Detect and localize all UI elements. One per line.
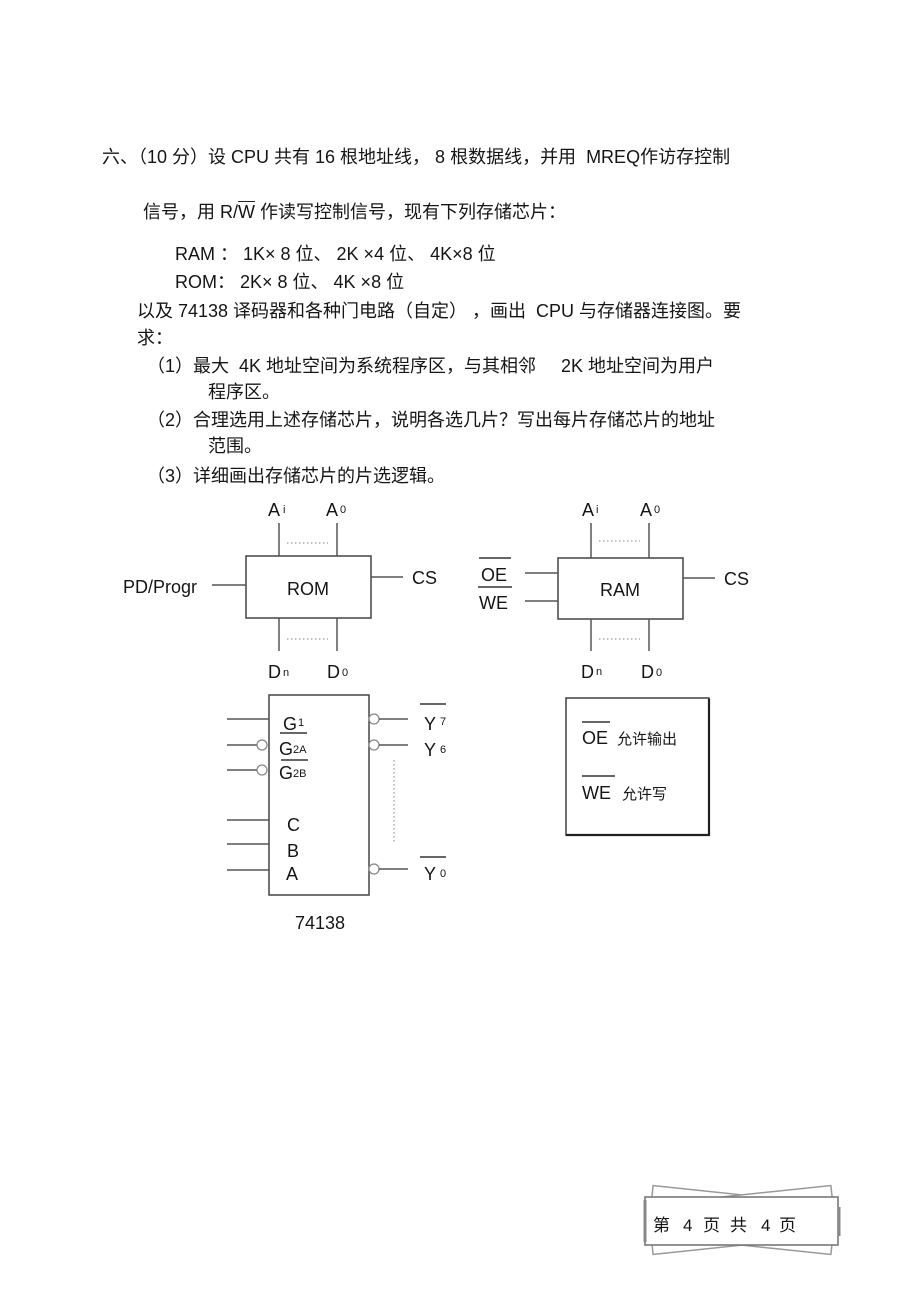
rom-pd-progr-label: PD/Progr <box>123 577 197 597</box>
rom-addr-low-label: A0 <box>326 500 346 520</box>
decoder-g1-label: G1 <box>283 714 304 734</box>
decoder-g2b-inverter-bubble <box>256 764 268 776</box>
rom-chip-label: ROM <box>287 579 329 599</box>
ram-data-high-label: Dn <box>581 662 602 682</box>
decoder-c-label: C <box>287 815 300 835</box>
ram-oe-label: OE <box>481 565 507 585</box>
legend-we-signal: WE <box>582 783 611 803</box>
legend-we-description: 允许写 <box>622 785 667 803</box>
ram-addr-high-label: Ai <box>582 500 598 520</box>
ram-addr-low-label: A0 <box>640 500 660 520</box>
rom-data-low-label: D0 <box>327 662 348 682</box>
ram-data-low-label: D0 <box>641 662 662 682</box>
rom-chip-diagram: ROM Ai A0 Dn D0 PD/Progr CS <box>123 500 437 682</box>
decoder-y6-label: Y6 <box>424 740 446 760</box>
decoder-g2b-label: G2B <box>279 763 306 783</box>
decoder-b-label: B <box>287 841 299 861</box>
decoder-y7-label: Y7 <box>424 714 446 734</box>
rom-cs-label: CS <box>412 568 437 588</box>
decoder-part-label: 74138 <box>295 913 345 933</box>
legend-box <box>565 697 710 836</box>
decoder-g2a-label: G2A <box>279 739 307 759</box>
signal-legend: OE 允许输出 WE 允许写 <box>565 697 711 837</box>
decoder-y7-inverter-bubble <box>368 713 380 725</box>
legend-oe-signal: OE <box>582 728 608 748</box>
ram-chip-diagram: RAM Ai A0 Dn D0 OE WE CS <box>478 500 749 682</box>
decoder-y0-label: Y0 <box>424 864 446 884</box>
decoder-y0-inverter-bubble <box>368 863 380 875</box>
decoder-a-label: A <box>286 864 298 884</box>
diagram-canvas: ROM Ai A0 Dn D0 PD/Progr CS RAM Ai A0 Dn… <box>123 500 841 1256</box>
rom-data-high-label: Dn <box>268 662 289 682</box>
page-footer: 第 4 页 共 4 页 <box>643 1184 841 1256</box>
footer-total-pages: 4 <box>761 1216 770 1235</box>
rom-addr-high-label: Ai <box>268 500 285 520</box>
decoder-g2a-inverter-bubble <box>256 739 268 751</box>
decoder-74138-diagram: G1 G2A G2B C B A Y7 Y6 Y0 74138 <box>227 694 446 933</box>
footer-prefix: 第 <box>653 1216 670 1236</box>
decoder-y6-inverter-bubble <box>368 739 380 751</box>
ram-cs-label: CS <box>724 569 749 589</box>
ram-we-label: WE <box>479 593 508 613</box>
legend-oe-description: 允许输出 <box>617 730 677 748</box>
footer-page-unit: 页 <box>703 1216 720 1236</box>
footer-page-unit-2: 页 <box>779 1216 796 1236</box>
ram-chip-label: RAM <box>600 580 640 600</box>
footer-current-page: 4 <box>683 1216 692 1235</box>
footer-total-label: 共 <box>730 1216 747 1236</box>
